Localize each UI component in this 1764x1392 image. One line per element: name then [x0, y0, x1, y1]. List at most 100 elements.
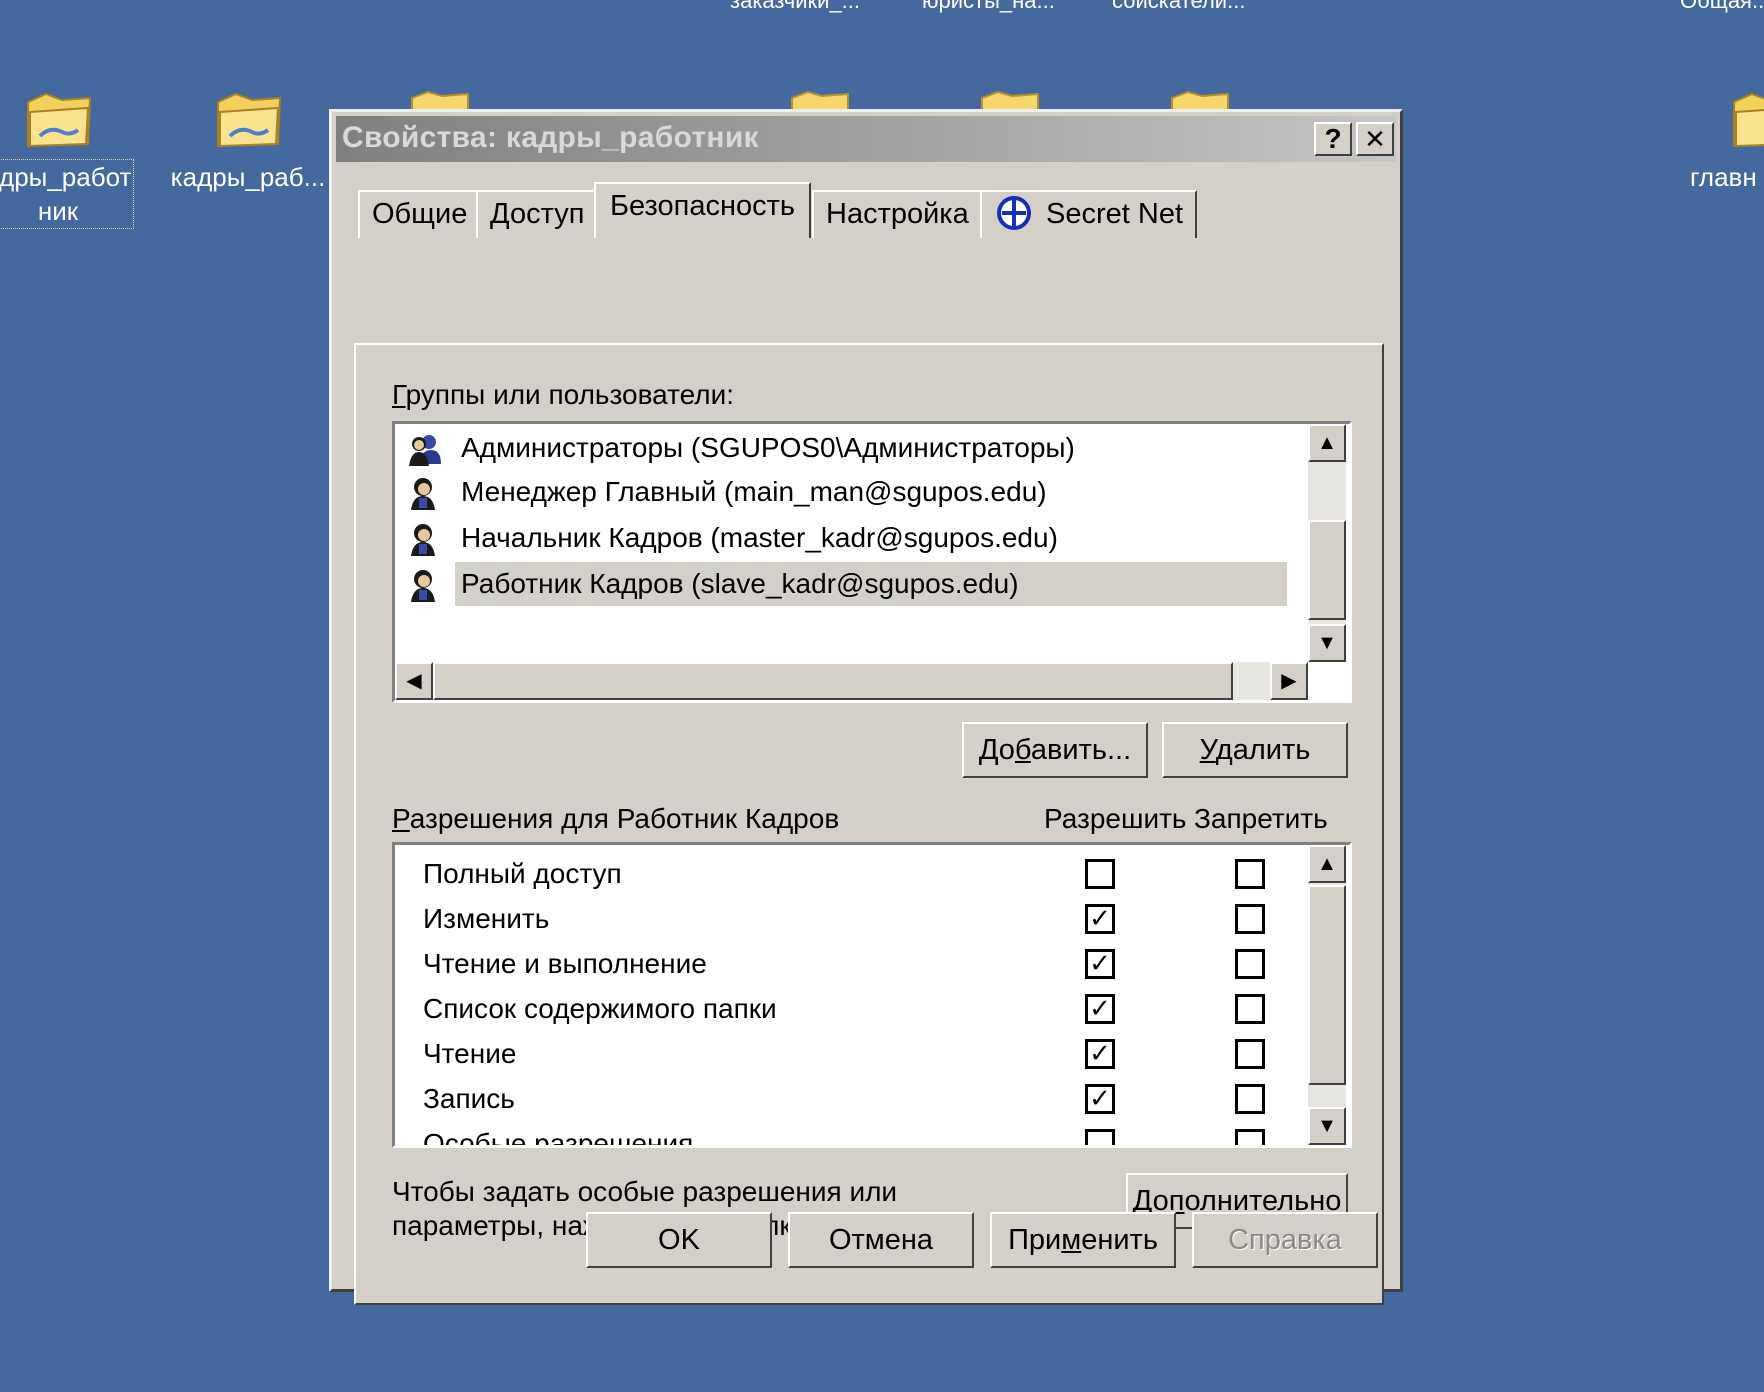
security-tab-panel: Группы или пользователи: Администраторы …	[354, 343, 1384, 1305]
add-button[interactable]: Добавить...	[962, 722, 1148, 778]
scroll-down-button[interactable]: ▼	[1308, 1107, 1346, 1145]
allow-checkbox[interactable]: ✓	[1085, 1039, 1115, 1069]
allow-checkbox[interactable]: ✓	[1085, 949, 1115, 979]
help-button[interactable]: Справка	[1192, 1212, 1378, 1268]
deny-checkbox[interactable]	[1235, 904, 1265, 934]
deny-checkbox[interactable]	[1235, 859, 1265, 889]
permission-row: Список содержимого папки ✓	[423, 986, 1323, 1031]
groups-users-label: Группы или пользователи:	[392, 379, 734, 411]
user-name: Начальник Кадров (master_kadr@sgupos.edu…	[461, 522, 1058, 553]
allow-checkbox[interactable]	[1085, 859, 1115, 889]
permission-name: Чтение и выполнение	[423, 948, 707, 979]
permission-row: Чтение и выполнение ✓	[423, 941, 1323, 986]
permission-row: Особые разрешения	[423, 1121, 1323, 1148]
list-item-user[interactable]: Начальник Кадров (master_kadr@sgupos.edu…	[407, 516, 1307, 560]
permissions-vertical-scrollbar[interactable]: ▲ ▼	[1308, 845, 1346, 1145]
permissions-label: Разрешения для Работник Кадров	[392, 803, 839, 835]
list-item-user-selected[interactable]: Работник Кадров (slave_kadr@sgupos.edu)	[407, 562, 1307, 606]
permission-row: Запись ✓	[423, 1076, 1323, 1121]
tab-general[interactable]: Общие	[358, 190, 482, 238]
scroll-down-button[interactable]: ▼	[1308, 624, 1346, 662]
tab-security[interactable]: Безопасность	[594, 182, 811, 238]
folder-icon	[212, 88, 284, 150]
label-accel: м	[1061, 1224, 1082, 1256]
arrow-up-icon: ▲	[1317, 432, 1337, 454]
users-listbox[interactable]: Администраторы (SGUPOS0\Администраторы) …	[392, 421, 1352, 703]
scroll-thumb[interactable]	[1308, 520, 1346, 620]
user-name: Менеджер Главный (main_man@sgupos.edu)	[461, 476, 1047, 507]
apply-button-label: Применить	[1008, 1224, 1158, 1256]
close-button[interactable]: ✕	[1356, 122, 1394, 156]
permission-name: Полный доступ	[423, 858, 622, 889]
permissions-label-text: азрешения для Работник Кадров	[409, 803, 840, 834]
permissions-list[interactable]: Полный доступ Изменить ✓ Чтение и выполнени…	[392, 842, 1352, 1148]
user-name: Работник Кадров (slave_kadr@sgupos.edu)	[455, 562, 1287, 606]
label-part: При	[1008, 1224, 1062, 1256]
scroll-up-button[interactable]: ▲	[1308, 845, 1346, 883]
hint-line: Чтобы задать особые разрешения или	[392, 1176, 898, 1207]
help-title-button[interactable]: ?	[1314, 122, 1352, 156]
desktop-icon-label: главн	[1690, 162, 1757, 192]
deny-checkbox[interactable]	[1235, 1129, 1265, 1145]
ok-button-label: OK	[658, 1224, 700, 1256]
deny-checkbox[interactable]	[1235, 1084, 1265, 1114]
list-item-user[interactable]: Менеджер Главный (main_man@sgupos.edu)	[407, 470, 1307, 514]
tab-label: Secret Net	[1046, 198, 1183, 230]
allow-column-header: Разрешить	[1044, 803, 1187, 834]
apply-button[interactable]: Применить	[990, 1212, 1176, 1268]
tab-sharing[interactable]: Доступ	[476, 190, 599, 238]
allow-checkbox[interactable]	[1085, 1129, 1115, 1145]
groups-label-accel: Г	[392, 379, 406, 410]
deny-checkbox[interactable]	[1235, 994, 1265, 1024]
scroll-left-button[interactable]: ◀	[395, 662, 433, 700]
desktop-top-label[interactable]: Общая...	[1680, 0, 1764, 14]
remove-button-label: Удалить	[1200, 734, 1311, 766]
scroll-right-button[interactable]: ▶	[1270, 662, 1308, 700]
scroll-up-button[interactable]: ▲	[1308, 424, 1346, 462]
permissions-label-accel: Р	[392, 803, 410, 834]
desktop-folder-kadry-rabotnik[interactable]: адры_работ ник	[0, 88, 138, 229]
permission-name: Чтение	[423, 1038, 517, 1069]
permission-name: Особые разрешения	[423, 1128, 694, 1148]
desktop-folder-kadry-rab[interactable]: кадры_раб...	[168, 88, 328, 194]
desktop-top-label[interactable]: заказчики_...	[730, 0, 860, 14]
deny-checkbox[interactable]	[1235, 949, 1265, 979]
user-icon	[411, 570, 435, 602]
allow-checkbox[interactable]: ✓	[1085, 1084, 1115, 1114]
arrow-down-icon: ▼	[1317, 1115, 1337, 1137]
allow-checkbox[interactable]: ✓	[1085, 994, 1115, 1024]
groups-label-text: руппы или пользователи:	[405, 379, 735, 410]
desktop-top-label[interactable]: соискатели...	[1112, 0, 1245, 14]
permission-row: Изменить ✓	[423, 896, 1323, 941]
users-group-icon	[409, 435, 441, 466]
desktop-top-label[interactable]: юристы_на...	[922, 0, 1055, 14]
desktop-folder-glavn[interactable]: главн	[1672, 88, 1764, 194]
user-icon	[411, 524, 435, 556]
arrow-up-icon: ▲	[1317, 853, 1337, 875]
title-bar[interactable]: Свойства: кадры_работник ? ✕	[336, 116, 1396, 162]
allow-checkbox[interactable]: ✓	[1085, 904, 1115, 934]
label-part: До	[978, 734, 1015, 766]
tab-label: Настройка	[826, 198, 969, 230]
list-item-user[interactable]: Администраторы (SGUPOS0\Администраторы)	[407, 426, 1307, 470]
scroll-thumb[interactable]	[1308, 885, 1346, 1085]
user-name: Администраторы (SGUPOS0\Администраторы)	[461, 432, 1075, 463]
remove-button[interactable]: Удалить	[1162, 722, 1348, 778]
permission-row: Чтение ✓	[423, 1031, 1323, 1076]
scroll-thumb[interactable]	[433, 662, 1233, 700]
tab-label: Доступ	[490, 198, 585, 230]
permission-name: Изменить	[423, 903, 550, 934]
ok-button[interactable]: OK	[586, 1212, 772, 1268]
arrow-right-icon: ▶	[1281, 670, 1297, 692]
cancel-button[interactable]: Отмена	[788, 1212, 974, 1268]
user-icon	[411, 478, 435, 510]
users-horizontal-scrollbar[interactable]: ◀ ▶	[395, 662, 1308, 700]
users-vertical-scrollbar[interactable]: ▲ ▼	[1308, 424, 1346, 662]
tab-secret-net[interactable]: Secret Net	[980, 190, 1197, 238]
tab-customize[interactable]: Настройка	[812, 190, 983, 238]
folder-icon	[22, 88, 94, 150]
add-button-label: Добавить...	[979, 734, 1131, 766]
deny-checkbox[interactable]	[1235, 1039, 1265, 1069]
folder-icon	[1728, 88, 1764, 150]
label-part: далить	[1215, 734, 1311, 766]
